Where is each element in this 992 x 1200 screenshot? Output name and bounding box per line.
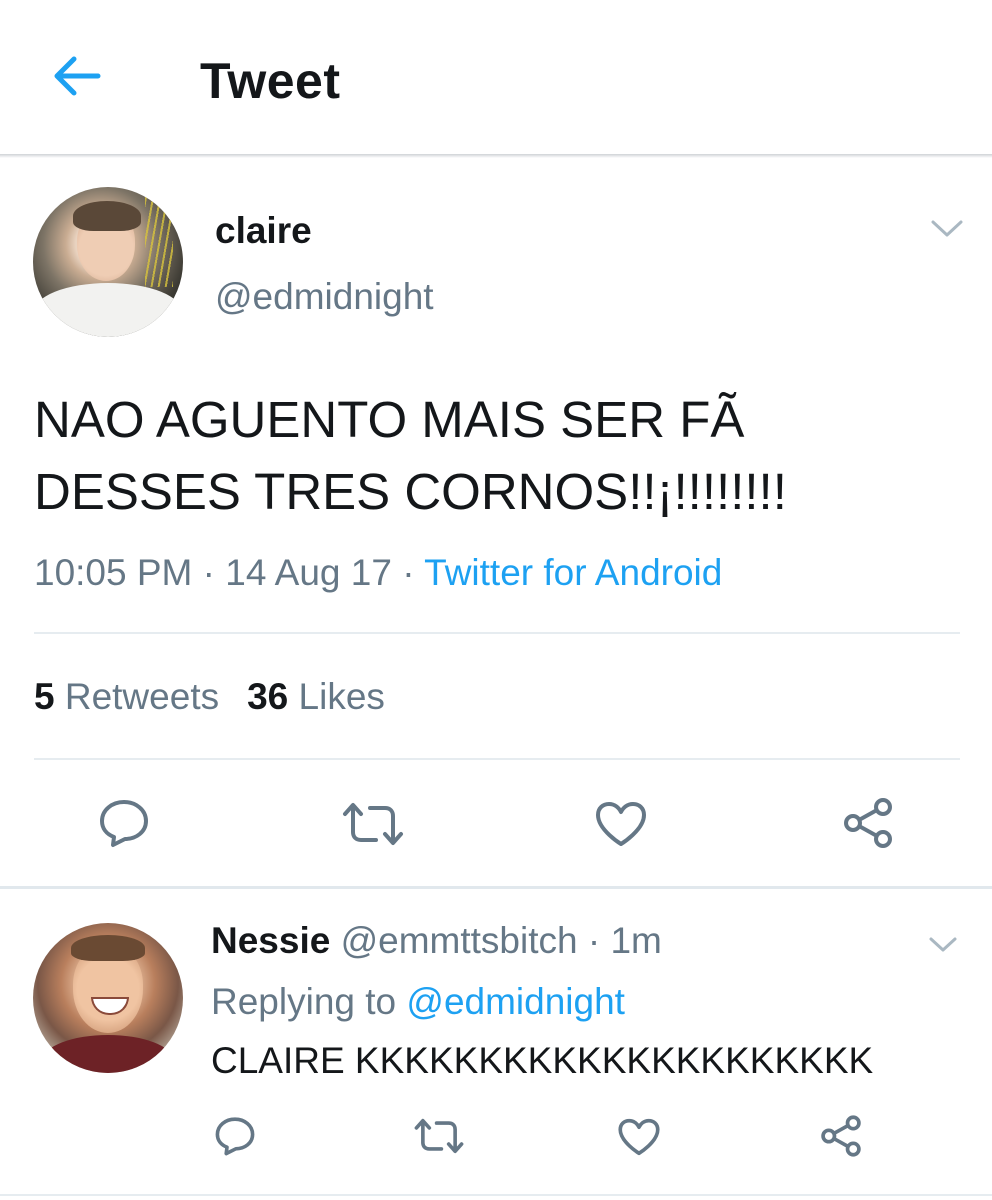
reply-age: 1m (610, 920, 662, 961)
likes-count: 36 (247, 676, 289, 717)
meta-separator: · (192, 552, 226, 593)
meta-separator: · (391, 552, 425, 593)
author-handle[interactable]: @edmidnight (215, 276, 434, 318)
divider (34, 758, 960, 760)
retweet-icon (343, 803, 403, 845)
reply-header: Nessie @emmttsbitch · 1m (211, 920, 662, 962)
chevron-down-icon (929, 937, 957, 952)
reply-text: CLAIRE KKKKKKKKKKKKKKKKKKKKK (211, 1040, 874, 1081)
reply-like-button[interactable] (617, 1117, 661, 1162)
reply-author-name[interactable]: Nessie (211, 920, 330, 961)
retweet-button[interactable] (342, 802, 404, 851)
arrow-left-icon (54, 56, 101, 96)
reply-menu-button[interactable] (928, 935, 958, 955)
likes-label: Likes (298, 676, 385, 717)
top-app-bar: Tweet (0, 0, 992, 154)
like-button[interactable] (594, 800, 648, 853)
retweets-count: 5 (34, 676, 55, 717)
replying-to-line: Replying to @edmidnight (211, 981, 625, 1023)
like-icon (618, 1118, 660, 1156)
page-title: Tweet (200, 53, 341, 109)
tweet-stats: 5 Retweets 36 Likes (34, 676, 385, 718)
header-divider (0, 154, 992, 158)
reply-author-handle[interactable]: @emmttsbitch (341, 920, 578, 961)
tweet-menu-button[interactable] (930, 218, 964, 240)
tweet-source-link[interactable]: Twitter for Android (424, 552, 722, 593)
tweet-text: NAO AGUENTO MAIS SER FÃ DESSES TRES CORN… (34, 391, 787, 520)
reply-avatar[interactable] (33, 923, 183, 1073)
tweet-time: 10:05 PM (34, 552, 193, 593)
reply-button[interactable] (98, 798, 150, 853)
share-icon (821, 1115, 861, 1157)
tweet-date: 14 Aug 17 (225, 552, 392, 593)
tweet-timestamp-row: 10:05 PM · 14 Aug 17 · Twitter for Andro… (34, 552, 722, 594)
meta-separator: · (577, 920, 611, 961)
share-button[interactable] (840, 796, 896, 855)
divider (34, 632, 960, 634)
tweet-detail-screen: Tweet claire @edmidnight NAO AGUENTO MAI… (0, 0, 992, 1200)
replying-to-label: Replying to (211, 981, 397, 1022)
section-divider (0, 886, 992, 889)
reply-share-button[interactable] (818, 1114, 864, 1163)
share-icon (844, 798, 892, 848)
chevron-down-icon (931, 220, 963, 237)
reply-reply-button[interactable] (214, 1116, 256, 1161)
replying-to-handle-link[interactable]: @edmidnight (406, 981, 625, 1022)
reply-icon (215, 1117, 255, 1156)
retweets-label: Retweets (64, 676, 220, 717)
likes-stat[interactable]: 36 Likes (247, 676, 385, 717)
retweet-icon (414, 1118, 464, 1154)
reply-icon (100, 800, 148, 847)
back-button[interactable] (52, 54, 102, 98)
retweets-stat[interactable]: 5 Retweets (34, 676, 219, 717)
author-name[interactable]: claire (215, 210, 312, 252)
avatar[interactable] (33, 187, 183, 337)
like-icon (596, 802, 646, 846)
reply-retweet-button[interactable] (414, 1118, 464, 1159)
divider (0, 1194, 992, 1196)
